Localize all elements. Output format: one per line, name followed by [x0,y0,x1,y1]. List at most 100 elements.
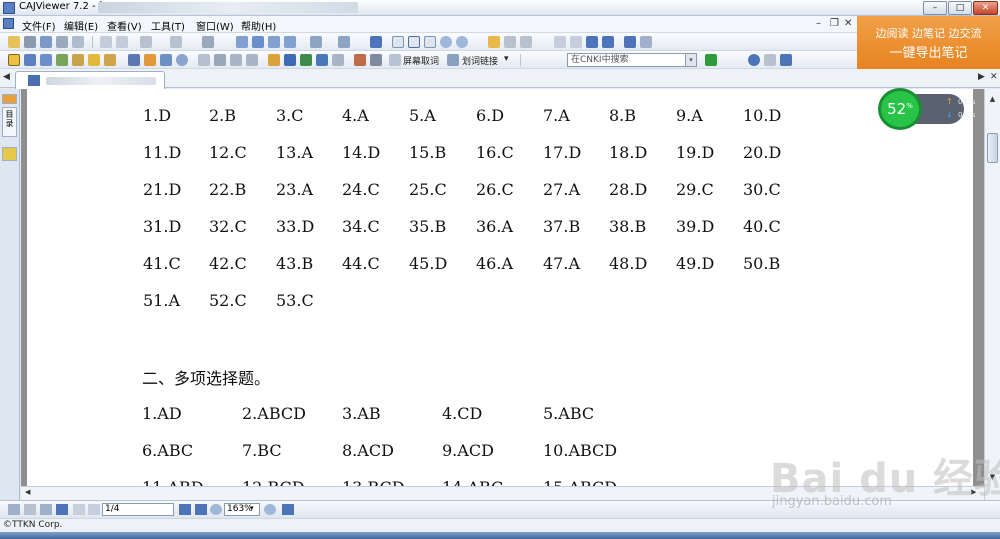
thumbnail-view-icon[interactable] [8,504,20,515]
open-folder-icon[interactable] [8,36,20,48]
scroll-right-arrow-icon[interactable]: ▶ [971,488,976,496]
promo-export-notes[interactable]: 一键导出笔记 [857,42,1000,61]
mask-text-label[interactable]: 屏幕取词 [403,54,439,67]
mdi-minimize-button[interactable]: – [816,18,821,29]
rectangle-icon[interactable] [160,54,172,66]
facing-page-icon[interactable] [268,36,280,48]
horizontal-scrollbar[interactable]: ◀ ▶ [21,486,984,500]
fullscreen-icon[interactable] [370,36,382,48]
document-view[interactable]: 1.D 2.B 3.C 4.A 5.A 6.D 7.A 8.B 9.A 10.D 11.D 12.C 1… [21,89,984,486]
previous-page-icon[interactable] [570,36,582,48]
cnki-search-input[interactable]: 在CNKI中搜索 ▾ [567,53,697,67]
menu-help[interactable]: 帮助(H) [241,18,276,33]
tab-close-icon[interactable]: ✕ [990,72,998,82]
anchor-icon[interactable] [316,54,328,66]
text-select-icon[interactable] [40,54,52,66]
strikeout-icon[interactable] [284,54,296,66]
single-page-icon[interactable] [236,36,248,48]
word-link-label[interactable]: 划词链接 [462,54,498,67]
word-link-icon[interactable] [447,54,459,66]
double-view-icon[interactable] [40,504,52,515]
email-icon[interactable] [72,36,84,48]
mask-text-icon[interactable] [389,54,401,66]
tabs-left-arrow-icon[interactable]: ◀ [3,72,10,82]
actual-size-icon[interactable] [392,36,404,48]
scroll-down-arrow-icon[interactable]: ▼ [987,473,998,484]
stamp-icon[interactable] [214,54,226,66]
reader-icon[interactable] [370,54,382,66]
continuous-page-icon[interactable] [252,36,264,48]
save-icon[interactable] [24,36,36,48]
hand-tool-icon[interactable] [8,54,20,66]
help-icon[interactable] [748,54,760,66]
highlighter-icon[interactable] [144,54,156,66]
pen-icon[interactable] [128,54,140,66]
close-button[interactable]: ✕ [973,1,998,15]
text-highlight-icon[interactable] [300,54,312,66]
last-page-icon[interactable] [602,36,614,48]
search-go-icon[interactable] [705,54,717,66]
nav-next-page-icon[interactable] [179,504,191,515]
page-number-input[interactable]: 1/4 [102,503,174,516]
find-icon[interactable] [488,36,500,48]
continuous-facing-icon[interactable] [284,36,296,48]
vertical-scroll-thumb[interactable] [987,133,998,163]
mdi-close-button[interactable]: ✕ [844,18,852,29]
underline-icon[interactable] [268,54,280,66]
maximize-button[interactable]: □ [948,1,972,15]
fit-width-icon[interactable] [424,36,436,48]
nav-up-icon[interactable] [282,504,294,515]
fit-page-icon[interactable] [408,36,420,48]
select-text-icon[interactable] [24,54,36,66]
print-preview-icon[interactable] [40,36,52,48]
vertical-scrollbar[interactable]: ▲ ▼ [984,89,1000,500]
next-page-icon[interactable] [586,36,598,48]
go-forward-icon[interactable] [640,36,652,48]
select-mode-icon[interactable] [338,36,350,48]
zoom-in-icon[interactable] [440,36,452,48]
single-view-icon[interactable] [24,504,36,515]
nav-zoom-in-icon[interactable] [264,504,276,515]
menu-window[interactable]: 窗口(W) [196,18,234,33]
zoom-level-input[interactable]: 163% [224,503,260,516]
sound-icon[interactable] [246,54,258,66]
paste-icon[interactable] [116,36,128,48]
link-icon[interactable] [332,54,344,66]
minimize-button[interactable]: – [923,1,947,15]
nav-previous-page-icon[interactable] [88,504,100,515]
forward-view-icon[interactable] [520,36,532,48]
scroll-left-arrow-icon[interactable]: ◀ [25,488,30,496]
export-icon[interactable] [780,54,792,66]
first-page-icon[interactable] [554,36,566,48]
attachment-icon[interactable] [230,54,242,66]
annotation-panel-icon[interactable] [2,147,17,161]
zoom-out-icon[interactable] [456,36,468,48]
menu-tools[interactable]: 工具(T) [151,18,185,33]
layout-icon[interactable] [202,36,214,48]
rotate-icon[interactable] [310,36,322,48]
ellipse-icon[interactable] [176,54,188,66]
nav-first-page-icon[interactable] [73,504,85,515]
nav-zoom-out-icon[interactable] [210,504,222,515]
export-notes-banner[interactable]: 边阅读 边笔记 边交流 一键导出笔记 [857,16,1000,69]
print-preview2-icon[interactable] [764,54,776,66]
copy-icon[interactable] [100,36,112,48]
menu-file[interactable]: 文件(F) [22,18,56,33]
go-back-icon[interactable] [624,36,636,48]
undo-icon[interactable] [140,36,152,48]
bookmark-panel-icon[interactable] [2,94,17,104]
redo-icon[interactable] [170,36,182,48]
document-tab[interactable] [15,71,165,89]
ocr-icon[interactable] [72,54,84,66]
knowledge-icon[interactable] [354,54,366,66]
scroll-up-arrow-icon[interactable]: ▲ [987,95,998,106]
word-link-dropdown-icon[interactable]: ▾ [504,54,509,64]
note-icon[interactable] [104,54,116,66]
zoom-dropdown-icon[interactable]: ▾ [250,504,254,512]
nav-last-page-icon[interactable] [195,504,207,515]
tabs-right-arrow-icon[interactable]: ▶ [978,72,985,82]
mdi-restore-button[interactable]: ❐ [830,18,839,29]
book-view-icon[interactable] [56,504,68,515]
network-speed-widget[interactable]: ↑ 0 K/s ↓ 0 K/s 52% [878,88,975,130]
snapshot-icon[interactable] [88,54,100,66]
